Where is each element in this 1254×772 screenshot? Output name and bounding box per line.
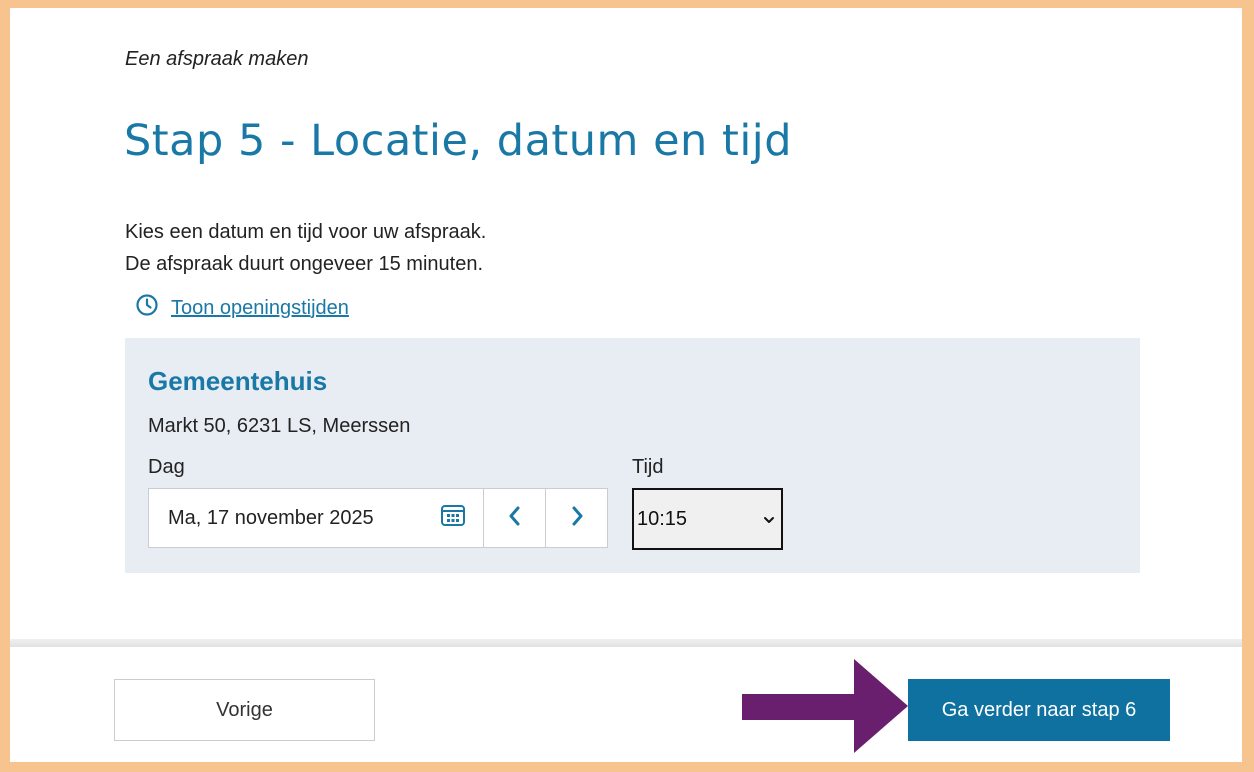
- opening-hours-link-label[interactable]: Toon openingstijden: [171, 297, 349, 320]
- intro-line-duration: De afspraak duurt ongeveer 15 minuten.: [125, 253, 483, 275]
- time-value: 10:15: [637, 507, 688, 530]
- date-field[interactable]: Ma, 17 november 2025: [148, 488, 484, 548]
- time-label: Tijd: [632, 456, 664, 478]
- intro-line-choose: Kies een datum en tijd voor uw afspraak.: [125, 221, 487, 243]
- continue-step-6-button[interactable]: Ga verder naar stap 6: [908, 679, 1170, 741]
- location-address: Markt 50, 6231 LS, Meerssen: [148, 415, 411, 437]
- location-name: Gemeentehuis: [148, 366, 328, 396]
- clock-icon: [135, 293, 159, 323]
- time-select[interactable]: 10:15: [632, 488, 783, 550]
- page-eyebrow: Een afspraak maken: [125, 48, 309, 70]
- day-label: Dag: [148, 456, 185, 478]
- date-value: Ma, 17 november 2025: [168, 506, 374, 529]
- footer-divider: [10, 639, 1242, 647]
- annotation-arrow-icon: [742, 659, 908, 753]
- previous-button[interactable]: Vorige: [114, 679, 375, 741]
- next-day-button[interactable]: [546, 488, 608, 548]
- chevron-right-icon: [569, 505, 585, 532]
- calendar-icon[interactable]: [440, 502, 466, 534]
- page-frame: Een afspraak maken Stap 5 - Locatie, dat…: [10, 8, 1242, 762]
- chevron-left-icon: [507, 505, 523, 532]
- chevron-down-icon: [763, 508, 775, 531]
- page-title: Stap 5 - Locatie, datum en tijd: [124, 116, 793, 166]
- location-panel: Gemeentehuis Markt 50, 6231 LS, Meerssen…: [125, 338, 1140, 573]
- date-picker: Ma, 17 november 2025: [148, 488, 608, 548]
- opening-hours-link[interactable]: Toon openingstijden: [135, 293, 349, 323]
- intro-text: Kies een datum en tijd voor uw afspraak.…: [125, 216, 486, 280]
- previous-day-button[interactable]: [484, 488, 546, 548]
